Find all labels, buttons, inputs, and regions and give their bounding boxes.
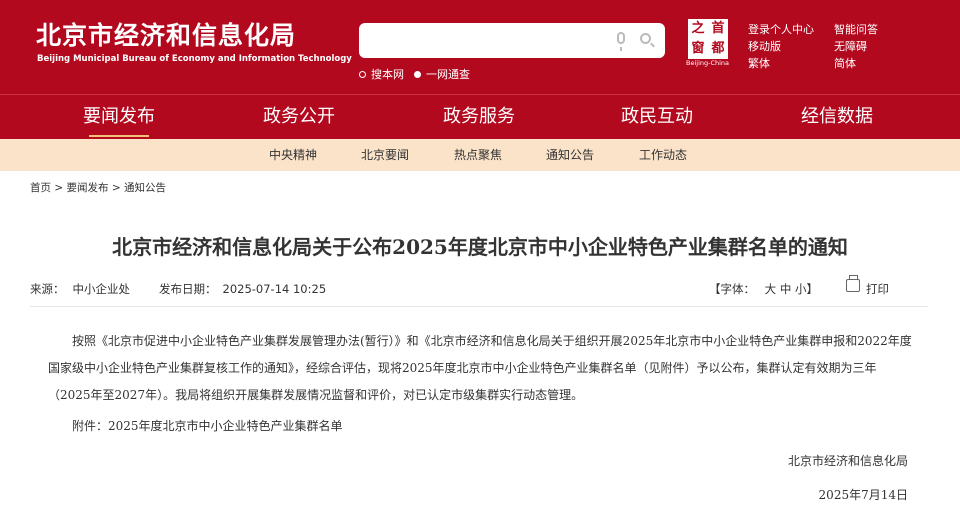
font-size-controls: 【字体： 大 中 小】 xyxy=(709,281,818,297)
breadcrumb-home[interactable]: 首页 xyxy=(30,182,51,194)
font-size-label: 【字体： xyxy=(709,282,755,296)
smart-qa-link[interactable]: 智能问答 xyxy=(834,21,878,37)
article-source: 来源： 中小企业处 xyxy=(30,281,130,297)
font-size-medium-button[interactable]: 中 xyxy=(780,282,792,296)
accessibility-link[interactable]: 无障碍 xyxy=(834,38,867,54)
main-nav: 要闻发布 政务公开 政务服务 政民互动 经信数据 xyxy=(0,94,960,139)
attachment-link[interactable]: 2025年度北京市中小企业特色产业集群名单 xyxy=(108,419,343,433)
breadcrumb: 首页 > 要闻发布 > 通知公告 xyxy=(30,180,166,195)
traditional-chinese-link[interactable]: 繁体 xyxy=(748,55,770,71)
seal-caption: Beijing-China xyxy=(686,59,730,67)
site-logo-title[interactable]: 北京市经济和信息化局 xyxy=(36,16,296,52)
attachment: 附件：2025年度北京市中小企业特色产业集群名单 xyxy=(72,417,343,434)
seal-char: 都 xyxy=(711,41,725,56)
nav-item-public-affairs[interactable]: 政务公开 xyxy=(239,95,359,139)
site-header: 北京市经济和信息化局 Beijing Municipal Bureau of E… xyxy=(0,0,960,94)
microphone-icon[interactable] xyxy=(617,32,625,51)
nav-item-services[interactable]: 政务服务 xyxy=(419,95,539,139)
subnav-item-beijing-news[interactable]: 北京要闻 xyxy=(361,139,409,171)
font-size-close: 】 xyxy=(806,282,818,296)
search-scope-site[interactable]: 搜本网 xyxy=(359,66,404,82)
search-icon[interactable] xyxy=(640,33,651,44)
article-title: 北京市经济和信息化局关于公布2025年度北京市中小企业特色产业集群名单的通知 xyxy=(112,235,848,259)
site-logo-subtitle: Beijing Municipal Bureau of Economy and … xyxy=(37,54,352,64)
seal-char: 窗 xyxy=(691,41,705,56)
signature-org: 北京市经济和信息化局 xyxy=(787,454,908,468)
seal-char: 之 xyxy=(691,21,705,36)
subnav-item-hot-topics[interactable]: 热点聚焦 xyxy=(454,139,502,171)
breadcrumb-notices[interactable]: 通知公告 xyxy=(124,182,166,194)
nav-item-data[interactable]: 经信数据 xyxy=(777,95,897,139)
nav-item-interaction[interactable]: 政民互动 xyxy=(597,95,717,139)
subnav-item-central-spirit[interactable]: 中央精神 xyxy=(269,139,317,171)
simplified-chinese-link[interactable]: 简体 xyxy=(834,55,856,71)
search-input[interactable] xyxy=(359,23,665,58)
breadcrumb-separator: > xyxy=(108,182,124,194)
source-label: 来源： xyxy=(30,282,65,296)
attachment-label: 附件： xyxy=(72,419,109,433)
date-label: 发布日期： xyxy=(159,282,217,296)
seal-char: 首 xyxy=(711,21,725,36)
sub-nav: 中央精神 北京要闻 热点聚焦 通知公告 工作动态 xyxy=(0,139,960,171)
search-scope-all[interactable]: 一网通查 xyxy=(414,66,470,82)
capital-window-logo[interactable]: 之 首 窗 都 xyxy=(688,19,728,59)
font-size-large-button[interactable]: 大 xyxy=(765,282,777,296)
font-size-small-button[interactable]: 小 xyxy=(795,282,807,296)
subnav-item-work-updates[interactable]: 工作动态 xyxy=(639,139,687,171)
divider xyxy=(30,306,928,307)
breadcrumb-news[interactable]: 要闻发布 xyxy=(66,182,108,194)
print-button[interactable]: 打印 xyxy=(866,281,889,297)
login-link[interactable]: 登录个人中心 xyxy=(748,21,814,37)
mobile-version-link[interactable]: 移动版 xyxy=(748,38,781,54)
nav-item-news[interactable]: 要闻发布 xyxy=(59,95,179,139)
radio-icon[interactable] xyxy=(359,70,366,78)
source-value: 中小企业处 xyxy=(72,282,131,296)
subnav-item-notices[interactable]: 通知公告 xyxy=(546,139,594,171)
date-value: 2025-07-14 10:25 xyxy=(222,282,327,296)
article-body: 按照《北京市促进中小企业特色产业集群发展管理办法(暂行）》和《北京市经济和信息化… xyxy=(48,334,912,402)
breadcrumb-separator: > xyxy=(51,182,67,194)
print-icon[interactable] xyxy=(846,275,860,292)
signature-date: 2025年7月14日 xyxy=(818,488,908,502)
radio-selected-icon[interactable] xyxy=(414,70,421,78)
article-date: 发布日期： 2025-07-14 10:25 xyxy=(159,281,326,297)
